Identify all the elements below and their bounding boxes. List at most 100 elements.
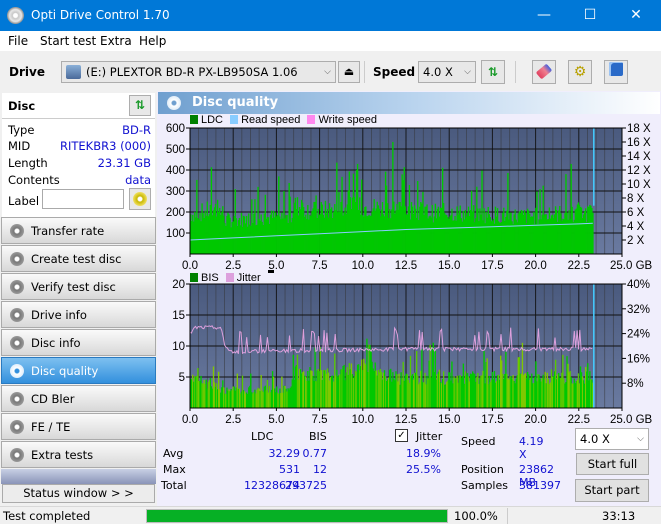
refresh-button[interactable]: ⇅ bbox=[481, 60, 505, 84]
ldc-ytick-right-label: 4 X bbox=[627, 221, 645, 233]
ldc-ytick-label: 400 bbox=[166, 165, 185, 177]
ldc-ytick-right-label: 18 X bbox=[627, 123, 651, 135]
ldc-ytick-right-label: 6 X bbox=[627, 207, 645, 219]
drive-select[interactable]: (E:) PLEXTOR BD-R PX-LB950SA 1.06 ⌵ bbox=[61, 61, 336, 83]
max-bis: 12 bbox=[313, 463, 327, 476]
toolbar: Drive (E:) PLEXTOR BD-R PX-LB950SA 1.06 … bbox=[0, 51, 661, 91]
chevron-down-icon: ⌵ bbox=[637, 434, 644, 444]
speed-select[interactable]: 4.0 X ⌵ bbox=[418, 61, 476, 83]
bis-xtick-label: 7.5 bbox=[312, 414, 328, 426]
legend-marker bbox=[267, 270, 274, 273]
max-label: Max bbox=[163, 463, 186, 476]
nav-transfer-rate[interactable]: Transfer rate bbox=[1, 217, 156, 244]
ldc-ytick-label: 500 bbox=[166, 144, 185, 156]
bis-swatch bbox=[190, 273, 198, 282]
speed-label: Speed bbox=[373, 65, 416, 79]
nav-cd-bler[interactable]: CD Bler bbox=[1, 385, 156, 412]
save-button[interactable] bbox=[604, 60, 628, 84]
bis-ytick-right-label: 32% bbox=[627, 304, 650, 316]
menu-start-test[interactable]: Start test bbox=[40, 34, 96, 48]
menu-file[interactable]: File bbox=[8, 34, 28, 48]
ldc-ytick-right-label: 10 X bbox=[627, 179, 651, 191]
bis-xtick-label: 17.5 bbox=[481, 414, 503, 426]
sidebar: Disc ⇅ Type BD-R MID RITEKBR3 (000) Length… bbox=[0, 91, 157, 506]
eraser-icon bbox=[535, 63, 553, 80]
floppy-disk-icon bbox=[609, 62, 623, 76]
bis-xtick-label: 5.0 bbox=[268, 414, 284, 426]
ldc-xtick-label: 20.0 bbox=[524, 260, 546, 272]
nav-create-test-disc[interactable]: Create test disc bbox=[1, 245, 156, 272]
bis-xtick-label: 15.0 bbox=[438, 414, 460, 426]
disc-title: Disc bbox=[8, 99, 36, 113]
close-button[interactable]: ✕ bbox=[613, 0, 659, 31]
menu-bar: File Start test Extra Help bbox=[0, 31, 661, 51]
jitter-header: Jitter bbox=[416, 430, 443, 443]
minimize-button[interactable]: — bbox=[521, 0, 567, 31]
avg-jitter: 18.9% bbox=[406, 447, 441, 460]
type-label: Type bbox=[8, 123, 35, 137]
bis-ytick-right-label: 16% bbox=[627, 353, 650, 365]
nav-verify-test-disc[interactable]: Verify test disc bbox=[1, 273, 156, 300]
speed-stat-label: Speed bbox=[461, 435, 496, 448]
nav-spacer bbox=[1, 469, 156, 484]
chevron-down-icon: ⌵ bbox=[324, 67, 331, 77]
menu-help[interactable]: Help bbox=[139, 34, 166, 48]
settings-button[interactable]: ⚙ bbox=[568, 60, 592, 84]
ldc-xtick-label: 17.5 bbox=[481, 260, 503, 272]
maximize-button[interactable]: ☐ bbox=[567, 0, 613, 31]
label-label: Label bbox=[8, 194, 40, 208]
speed-select-value: 4.0 X bbox=[423, 65, 453, 79]
progress-bar bbox=[146, 509, 448, 523]
nav-disc-info[interactable]: Disc info bbox=[1, 329, 156, 356]
ldc-xtick-label: 25.0 GB bbox=[610, 260, 653, 272]
bis-xtick-label: 25.0 GB bbox=[610, 414, 653, 426]
ldc-xtick-label: 12.5 bbox=[395, 260, 417, 272]
ldc-ytick-right-label: 2 X bbox=[627, 235, 645, 247]
gears-icon: ⚙ bbox=[573, 64, 587, 80]
eject-button[interactable]: ⏏ bbox=[338, 61, 360, 83]
test-speed-select[interactable]: 4.0 X ⌵ bbox=[575, 428, 649, 450]
title-bar: Opti Drive Control 1.70 — ☐ ✕ bbox=[0, 0, 661, 31]
status-window-button[interactable]: Status window > > bbox=[2, 484, 155, 503]
label-input[interactable] bbox=[42, 189, 124, 209]
ldc-xtick-label: 7.5 bbox=[312, 260, 328, 272]
disc-refresh-button[interactable]: ⇅ bbox=[129, 95, 151, 116]
length-label: Length bbox=[8, 156, 48, 170]
ldc-xtick-label: 15.0 bbox=[438, 260, 460, 272]
start-full-button[interactable]: Start full bbox=[576, 453, 649, 475]
create-disc-icon bbox=[10, 252, 24, 266]
drive-label: Drive bbox=[9, 65, 45, 79]
samples-value: 381397 bbox=[519, 479, 561, 492]
legend-bis: BIS bbox=[201, 272, 219, 284]
menu-extra[interactable]: Extra bbox=[100, 34, 132, 48]
start-part-button[interactable]: Start part bbox=[575, 479, 649, 502]
label-apply-button[interactable] bbox=[129, 188, 151, 210]
progress-text: 100.0% bbox=[454, 509, 498, 523]
speed-stat-value: 4.19 X bbox=[519, 435, 544, 461]
ldc-xtick-label: 10.0 bbox=[352, 260, 374, 272]
ldc-ytick-label: 300 bbox=[166, 186, 185, 198]
drive-info-icon bbox=[10, 308, 24, 322]
erase-button[interactable] bbox=[532, 60, 556, 84]
main-panel: Disc quality LDC Read speed Write speed … bbox=[157, 91, 661, 506]
window-title: Opti Drive Control 1.70 bbox=[31, 8, 170, 22]
avg-label: Avg bbox=[163, 447, 184, 460]
status-text: Test completed bbox=[3, 509, 91, 523]
nav-drive-info[interactable]: Drive info bbox=[1, 301, 156, 328]
jitter-checkbox[interactable]: ✓ bbox=[395, 429, 408, 442]
bis-xtick-label: 0.0 bbox=[182, 414, 198, 426]
position-label: Position bbox=[461, 463, 504, 476]
bis-xtick-label: 22.5 bbox=[568, 414, 590, 426]
legend-jitter: Jitter bbox=[236, 272, 261, 284]
nav-fe-te[interactable]: FE / TE bbox=[1, 413, 156, 440]
bis-ytick-label: 5 bbox=[179, 372, 185, 384]
chevron-down-icon: ⌵ bbox=[464, 67, 471, 77]
verify-disc-icon bbox=[10, 280, 24, 294]
bis-xtick-label: 2.5 bbox=[225, 414, 241, 426]
nav-disc-quality[interactable]: Disc quality bbox=[1, 357, 156, 384]
nav-extra-tests[interactable]: Extra tests bbox=[1, 441, 156, 468]
ldc-ytick-right-label: 14 X bbox=[627, 151, 651, 163]
contents-label: Contents bbox=[8, 173, 60, 187]
bis-xtick-label: 12.5 bbox=[395, 414, 417, 426]
ldc-ytick-right-label: 12 X bbox=[627, 165, 651, 177]
